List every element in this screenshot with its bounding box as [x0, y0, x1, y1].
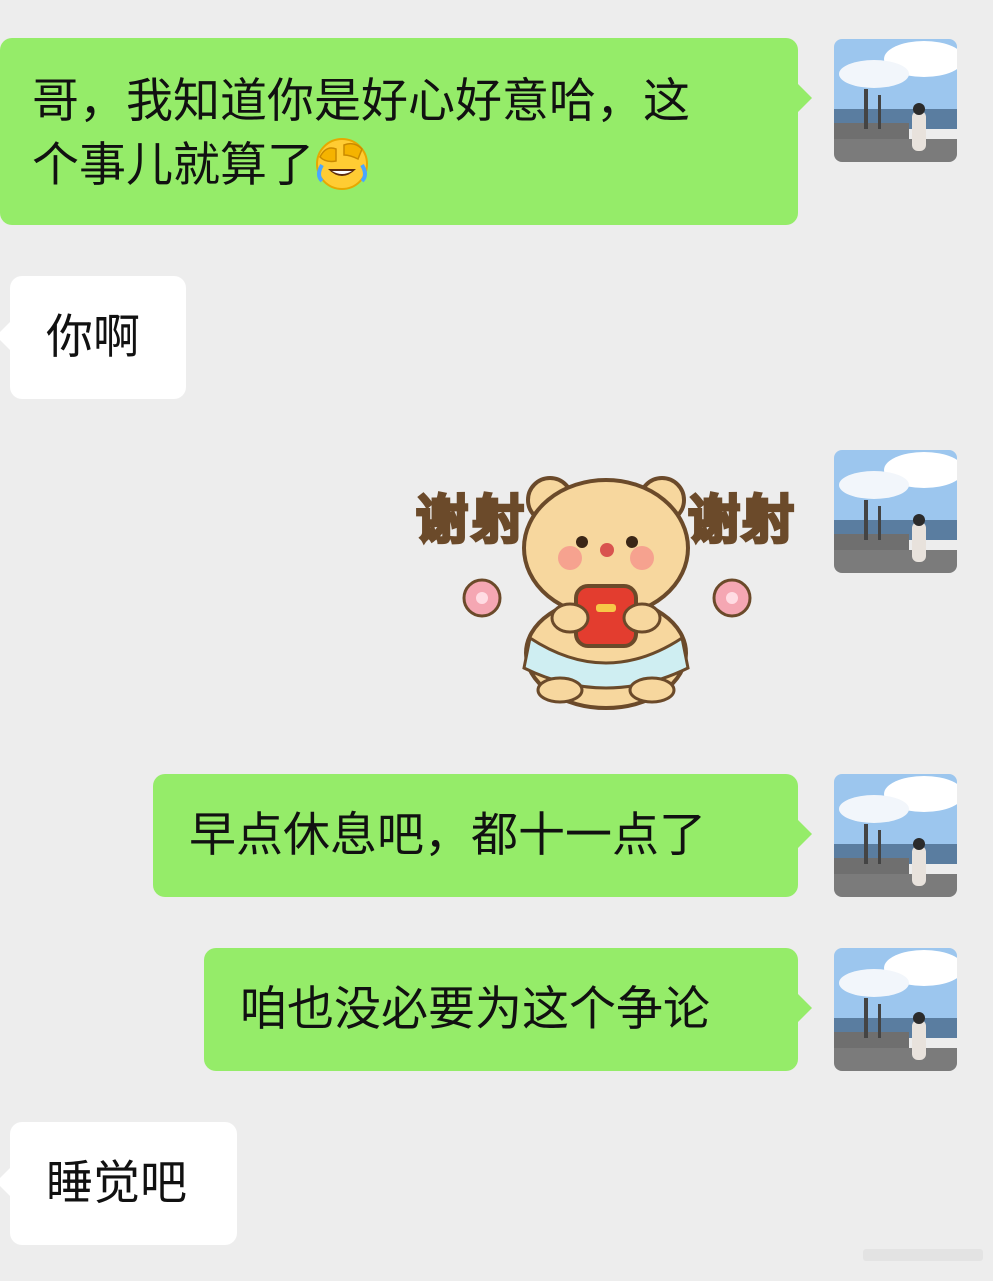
user-avatar-photo-icon: [834, 774, 957, 897]
my-message-bubble[interactable]: 早点休息吧，都十一点了: [153, 774, 812, 897]
message-text: 你啊: [46, 310, 140, 365]
my-message-bubble[interactable]: 咱也没必要为这个争论: [204, 948, 812, 1071]
bear-thanks-sticker[interactable]: 谢 射 谢 射: [410, 468, 796, 716]
my-avatar[interactable]: [834, 39, 957, 162]
watermark-icon: [863, 1243, 983, 1267]
flower-icon: [712, 578, 752, 618]
message-text: 睡觉吧: [46, 1156, 187, 1211]
my-avatar[interactable]: [834, 774, 957, 897]
sticker-text-left: 谢: [416, 491, 468, 551]
message-text-line: 个事儿就算了: [32, 134, 768, 198]
their-message-bubble[interactable]: 你啊: [0, 276, 186, 399]
message-text: 咱也没必要为这个争论: [240, 982, 710, 1037]
message-text-line: 哥，我知道你是好心好意哈，这: [32, 74, 690, 129]
svg-text:射: 射: [742, 491, 794, 551]
user-avatar-photo-icon: [834, 39, 957, 162]
sticker-text-right: 谢: [688, 491, 740, 551]
svg-text:射: 射: [472, 491, 524, 551]
my-avatar[interactable]: [834, 450, 957, 573]
their-message-bubble[interactable]: 睡觉吧: [0, 1122, 237, 1245]
my-avatar[interactable]: [834, 948, 957, 1071]
flower-icon: [462, 578, 502, 618]
user-avatar-photo-icon: [834, 450, 957, 573]
my-message-bubble[interactable]: 哥，我知道你是好心好意哈，这 个事儿就算了: [0, 38, 812, 225]
message-text: 早点休息吧，都十一点了: [189, 808, 706, 863]
message-text-fragment: 个事儿就算了: [32, 138, 314, 193]
user-avatar-photo-icon: [834, 948, 957, 1071]
face-palm-tears-emoji-icon: [314, 135, 370, 191]
